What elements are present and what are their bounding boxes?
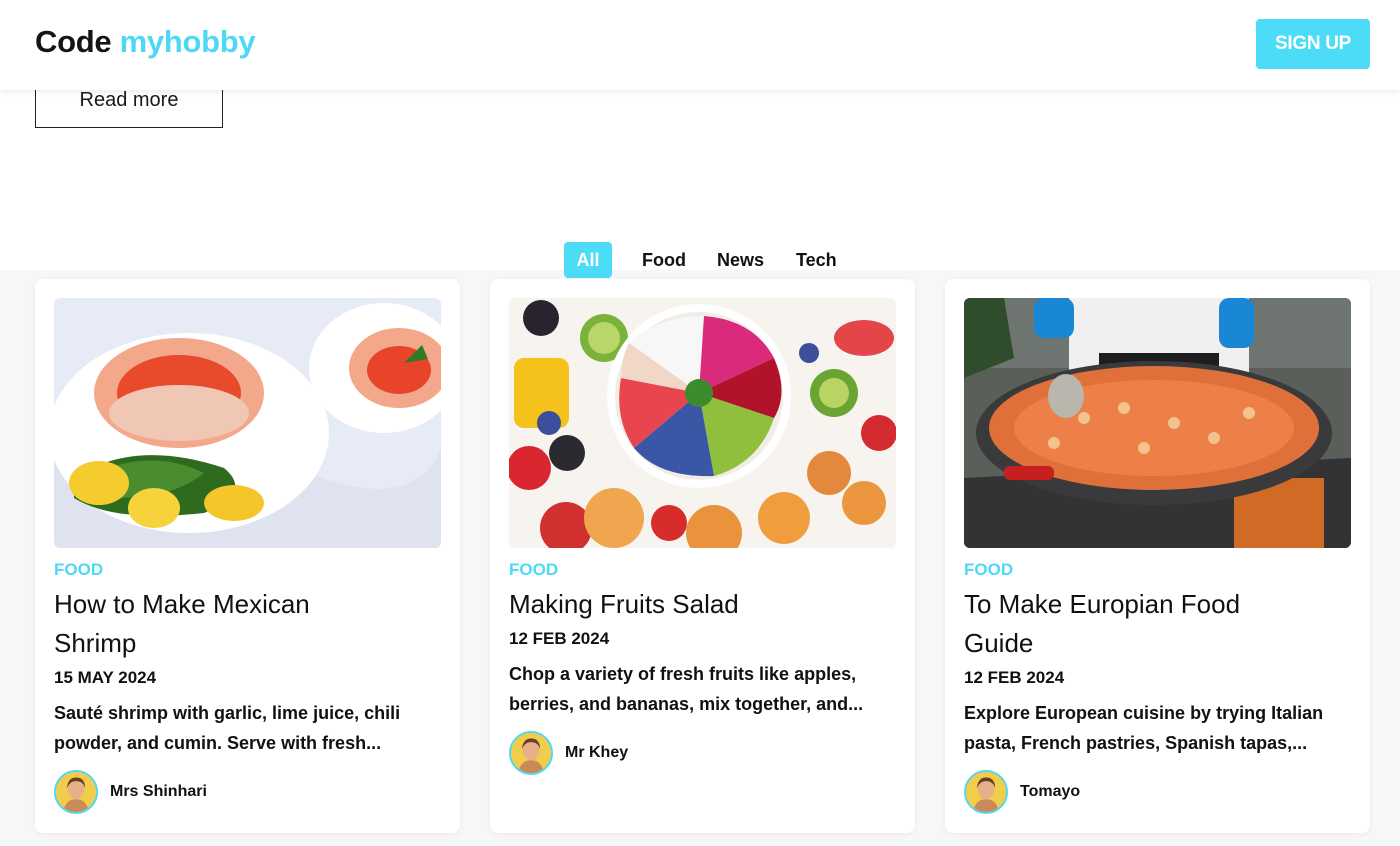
author-name: Tomayo: [1020, 783, 1081, 800]
author-name: Mrs Shinhari: [110, 783, 207, 800]
paella-pan-photo[interactable]: [964, 298, 1351, 548]
post-excerpt-line: Explore European cuisine by trying Itali…: [964, 703, 1324, 723]
post-title[interactable]: How to Make Mexican Shrimp: [54, 585, 434, 663]
post-date: 12 FEB 2024: [964, 668, 1065, 687]
post-card[interactable]: FOOD Making Fruits Salad 12 FEB 2024 Cho…: [490, 279, 915, 833]
author-avatar: [509, 731, 553, 775]
filter-tab-all[interactable]: All: [564, 242, 612, 278]
post-title-line: To Make Europian Food: [964, 589, 1241, 619]
filter-tab-food[interactable]: Food: [642, 242, 686, 278]
logo-text-myhobby: myhobby: [119, 24, 256, 59]
post-card[interactable]: FOOD How to Make Mexican Shrimp 15 MAY 2…: [35, 279, 460, 833]
post-excerpt: Sauté shrimp with garlic, lime juice, ch…: [54, 698, 449, 758]
signup-button[interactable]: SIGN UP: [1256, 19, 1370, 69]
post-date: 12 FEB 2024: [509, 629, 610, 648]
post-title[interactable]: To Make Europian Food Guide: [964, 585, 1344, 663]
site-logo[interactable]: Code myhobby: [35, 24, 256, 60]
shrimp-cocktail-photo[interactable]: [54, 298, 441, 548]
post-excerpt: Explore European cuisine by trying Itali…: [964, 698, 1359, 758]
author-name: Mr Khey: [565, 744, 629, 761]
site-header: Code myhobby SIGN UP: [0, 0, 1400, 90]
fruit-bowl-photo[interactable]: [509, 298, 896, 548]
post-author[interactable]: Mr Khey: [509, 731, 628, 775]
post-excerpt-line: pasta, French pastries, Spanish tapas,..…: [964, 733, 1308, 753]
post-category: FOOD: [509, 560, 559, 579]
post-title-line: Shrimp: [54, 628, 137, 658]
post-excerpt-line: powder, and cumin. Serve with fresh...: [54, 733, 382, 753]
post-title-line: Guide: [964, 628, 1034, 658]
filter-tab-tech[interactable]: Tech: [796, 242, 837, 278]
post-excerpt: Chop a variety of fresh fruits like appl…: [509, 659, 904, 719]
logo-text-code: Code: [35, 24, 112, 59]
post-excerpt-line: Chop a variety of fresh fruits like appl…: [509, 664, 857, 684]
post-date: 15 MAY 2024: [54, 668, 157, 687]
author-avatar: [964, 770, 1008, 814]
post-card[interactable]: FOOD To Make Europian Food Guide 12 FEB …: [945, 279, 1370, 833]
post-author[interactable]: Mrs Shinhari: [54, 770, 207, 814]
post-category: FOOD: [964, 560, 1014, 579]
post-author[interactable]: Tomayo: [964, 770, 1080, 814]
post-title[interactable]: Making Fruits Salad: [509, 585, 889, 624]
filter-tab-news[interactable]: News: [717, 242, 764, 278]
post-category: FOOD: [54, 560, 104, 579]
post-title-line: How to Make Mexican: [54, 589, 310, 619]
post-title-line: Making Fruits Salad: [509, 589, 739, 619]
post-excerpt-line: Sauté shrimp with garlic, lime juice, ch…: [54, 703, 401, 723]
author-avatar: [54, 770, 98, 814]
post-excerpt-line: berries, and bananas, mix together, and.…: [509, 694, 864, 714]
